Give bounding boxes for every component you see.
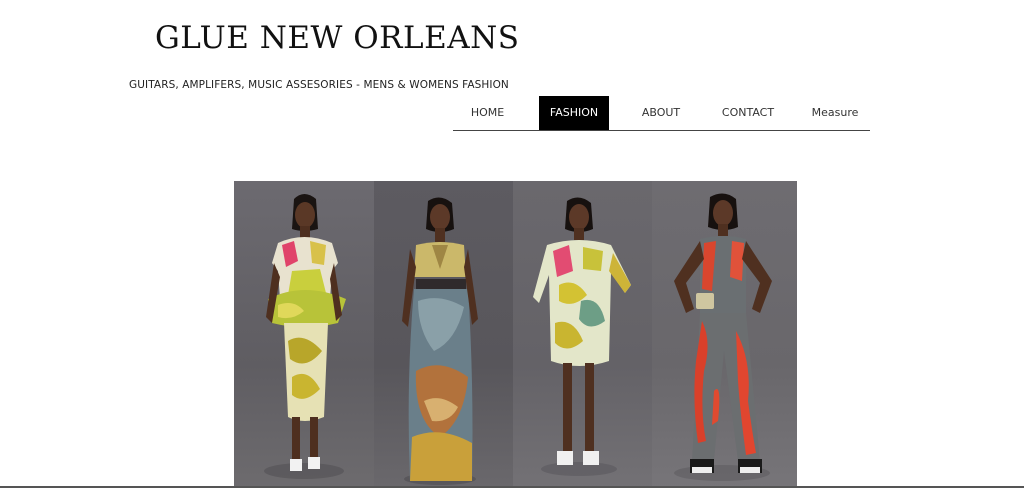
nav-item-fashion[interactable]: FASHION <box>539 96 609 130</box>
model-jumpsuit-figure <box>674 193 772 481</box>
nav-item-about[interactable]: ABOUT <box>626 96 696 130</box>
site-tagline: GUITARS, AMPLIFERS, MUSIC ASSESORIES - M… <box>129 79 509 91</box>
fashion-gallery-image[interactable] <box>234 181 797 488</box>
gallery-panel-gown <box>374 181 513 488</box>
nav-item-contact[interactable]: CONTACT <box>713 96 783 130</box>
main-nav: HOME FASHION ABOUT CONTACT Measure <box>453 96 870 131</box>
model-gown-figure <box>402 197 478 485</box>
model-peplum-dress-figure <box>264 194 346 479</box>
nav-item-measure[interactable]: Measure <box>800 96 870 130</box>
nav-item-home[interactable]: HOME <box>453 96 522 130</box>
site-title[interactable]: GLUE NEW ORLEANS <box>155 20 519 56</box>
gallery-panel-peplum-dress <box>234 181 374 488</box>
model-shift-dress-figure <box>533 197 631 476</box>
gallery-panel-jumpsuit <box>652 181 797 488</box>
gallery-panel-shift-dress <box>513 181 652 488</box>
